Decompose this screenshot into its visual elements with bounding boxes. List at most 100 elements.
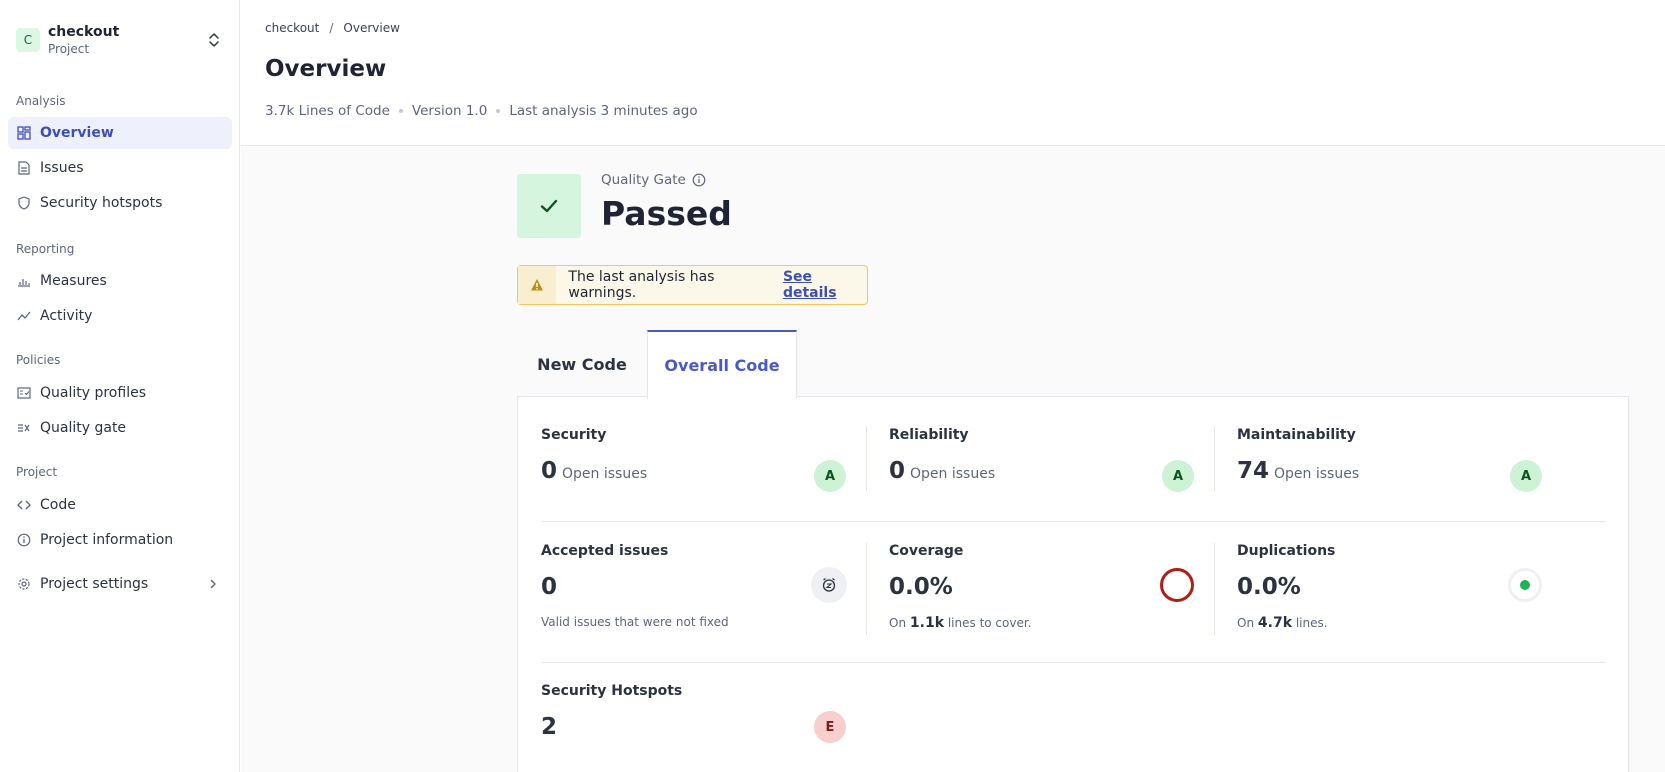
analysis-warning-banner: The last analysis has warnings. See deta… [517,265,868,305]
meta-separator [496,109,501,113]
sidebar-item-measures[interactable]: Measures [8,265,232,297]
metric-footer: On 1.1k lines to cover. [889,615,1032,631]
sidebar-item-security-hotspots[interactable]: Security hotspots [8,187,232,219]
footer-pre: On [1237,616,1255,630]
quality-gate-status-box [517,174,581,238]
version: Version 1.0 [411,103,488,119]
section-reporting: Reporting [16,242,75,256]
code-icon [16,497,32,513]
main-content: Quality Gate Passed The last analysis ha… [241,147,1665,772]
sidebar-item-quality-gate[interactable]: Quality gate [8,412,232,444]
metric-title: Security [541,427,607,443]
row-divider [542,521,1606,522]
sidebar-item-issues[interactable]: Issues [8,152,232,184]
metric-footer: Valid issues that were not fixed [541,615,729,629]
sidebar-item-overview[interactable]: Overview [8,117,232,149]
page-header: checkout / Overview Overview 3.7k Lines … [241,0,1665,146]
metric-unit: Open issues [1274,466,1360,482]
sidebar-item-label: Quality profiles [40,385,146,401]
hotspots-rating-badge[interactable]: E [814,711,846,743]
metric-unit: Open issues [910,466,996,482]
sidebar-item-project-information[interactable]: Project information [8,524,232,556]
sidebar-item-label: Issues [40,160,84,176]
gear-icon [16,576,32,592]
breadcrumb-separator: / [329,21,334,35]
chevron-right-icon [210,579,216,589]
last-analysis: Last analysis 3 minutes ago [509,103,698,119]
column-divider [1214,543,1215,635]
quality-gate-icon [16,420,32,436]
meta-separator [398,109,403,113]
footer-post: lines. [1295,616,1328,630]
footer-pre: On [889,616,907,630]
column-divider [866,427,867,491]
lines-count[interactable]: 4.7k [1258,615,1292,631]
project-avatar: C [16,28,40,52]
warning-icon [518,266,557,304]
footer-post: lines to cover. [947,616,1032,630]
metric-value[interactable]: 2 [541,714,557,740]
sidebar-item-label: Activity [40,308,93,324]
tab-overall-code[interactable]: Overall Code [647,330,797,399]
metric-title: Security Hotspots [541,683,683,699]
measures-icon [16,273,32,289]
sidebar-item-project-settings[interactable]: Project settings [8,568,232,600]
info-icon[interactable] [692,173,706,187]
profiles-icon [16,385,32,401]
metric-value[interactable]: 0 [541,458,557,484]
section-project: Project [16,465,58,479]
quality-gate-label: Quality Gate [601,172,706,188]
metric-title: Accepted issues [541,543,669,559]
column-divider [866,543,867,635]
metric-value[interactable]: 74 [1237,458,1269,484]
tab-new-code[interactable]: New Code [517,330,647,398]
metric-footer: On 4.7k lines. [1237,615,1328,631]
info-icon [16,532,32,548]
metric-maintainability[interactable]: Maintainability 74 Open issues A [1237,427,1557,497]
breadcrumb-current: Overview [343,21,400,35]
project-subtitle: Project [48,42,90,56]
see-details-link[interactable]: See details [783,269,867,301]
sidebar-item-activity[interactable]: Activity [8,300,232,332]
sidebar-item-label: Measures [40,273,107,289]
metric-title: Coverage [889,543,964,559]
metric-value[interactable]: 0 [541,574,557,600]
metric-value[interactable]: 0.0% [1237,574,1301,600]
sidebar-item-label: Quality gate [40,420,127,436]
sidebar-item-quality-profiles[interactable]: Quality profiles [8,377,232,409]
sidebar-item-label: Code [40,497,76,513]
metric-security[interactable]: Security 0 Open issues A [541,427,861,497]
dashboard-icon [16,125,32,141]
metric-title: Maintainability [1237,427,1356,443]
metric-security-hotspots[interactable]: Security Hotspots 2 E [541,683,861,753]
sidebar-item-label: Overview [40,125,114,141]
metric-coverage[interactable]: Coverage 0.0% On 1.1k lines to cover. [889,543,1209,633]
metric-duplications[interactable]: Duplications 0.0% On 4.7k lines. [1237,543,1557,633]
security-rating-badge[interactable]: A [814,460,846,492]
metric-title: Reliability [889,427,969,443]
metric-unit: Open issues [562,466,648,482]
page-title: Overview [265,56,387,82]
warning-text: The last analysis has warnings. [568,269,715,301]
row-divider [542,662,1606,663]
duplication-dot-icon [1508,568,1542,602]
accepted-clock-icon [811,567,847,603]
section-policies: Policies [16,353,61,367]
lines-to-cover-count[interactable]: 1.1k [910,615,944,631]
metric-value[interactable]: 0 [889,458,905,484]
sidebar-item-code[interactable]: Code [8,489,232,521]
quality-gate-label-text: Quality Gate [601,172,686,188]
chevron-up-down-icon[interactable] [206,30,222,50]
project-switcher[interactable]: C checkout Project [8,14,232,66]
reliability-rating-badge[interactable]: A [1162,460,1194,492]
coverage-ring-icon [1160,568,1194,602]
metrics-panel: Security 0 Open issues A Reliability 0 O… [517,396,1629,772]
maintainability-rating-badge[interactable]: A [1510,460,1542,492]
metric-accepted-issues[interactable]: Accepted issues 0 Valid issues that were… [541,543,861,633]
breadcrumb-project-link[interactable]: checkout [265,21,319,35]
project-name: checkout [48,24,120,40]
metric-value[interactable]: 0.0% [889,574,953,600]
sidebar-item-label: Project settings [40,576,149,592]
issues-icon [16,160,32,176]
metric-reliability[interactable]: Reliability 0 Open issues A [889,427,1209,497]
